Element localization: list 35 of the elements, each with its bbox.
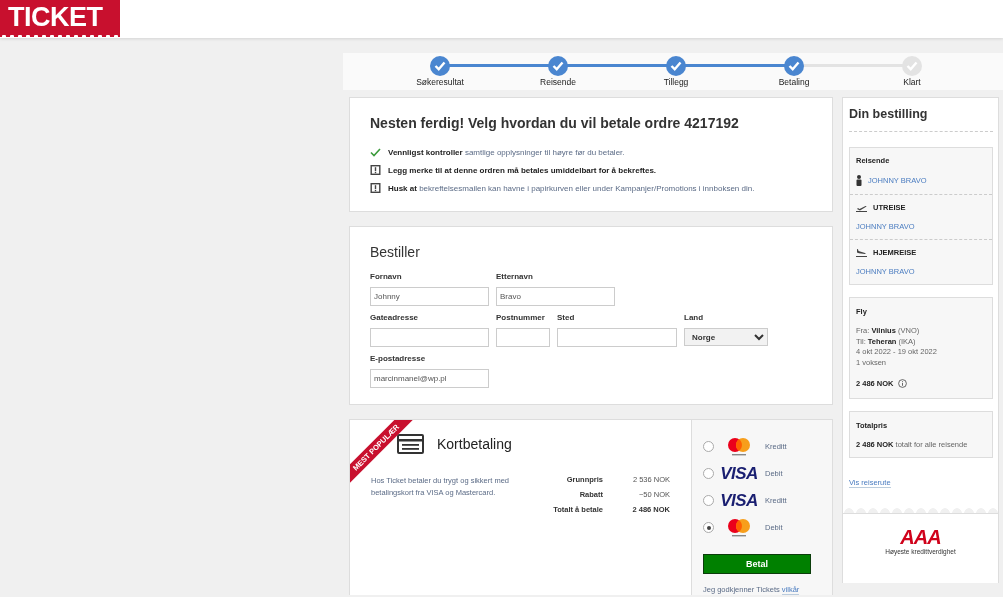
field-label: Fornavn <box>370 272 403 281</box>
visa-logo: VISA <box>720 466 758 481</box>
step-label: Tillegg <box>663 77 689 87</box>
info-icon <box>897 379 907 388</box>
check-icon <box>906 61 918 71</box>
page-title: Nesten ferdig! Velg hvordan du vil betale ordre 4217192 <box>370 115 740 131</box>
notice-text: Husk at bekreftelsesmailen kan havne i papirkurven eller under Kampanjer/Promotions i innboksen din. <box>388 183 755 193</box>
logo-link[interactable]: TICKET <box>0 0 120 37</box>
field-label: Gateadresse <box>370 313 420 322</box>
step-label: Betaling <box>778 77 810 87</box>
check-icon <box>670 61 682 71</box>
step-label: Søkeresultat <box>416 77 464 87</box>
warning-icon <box>370 165 381 175</box>
check-icon <box>434 61 446 71</box>
check-icon <box>788 61 800 71</box>
field-label: Etternavn <box>496 272 534 281</box>
summary-title: Din bestilling <box>849 107 993 132</box>
plane-takeoff-icon <box>856 203 867 212</box>
step-label: Reisende <box>540 77 576 87</box>
field-label: Sted <box>557 313 576 322</box>
field-label: Postnummer <box>496 313 546 322</box>
field-label: Land <box>684 313 705 322</box>
check-icon <box>370 148 381 157</box>
step-label: Klart <box>903 77 921 87</box>
notice-text: Legg merke til at denne ordren må betales umiddelbart for å bekreftes. <box>388 165 657 175</box>
section-title: Bestiller <box>370 244 421 260</box>
field-label: E-postadresse <box>370 354 427 363</box>
plane-landing-icon <box>856 248 867 257</box>
warning-icon <box>370 183 381 193</box>
check-icon <box>552 61 564 71</box>
section-title: Kortbetaling <box>437 436 512 452</box>
person-icon <box>856 175 862 186</box>
visa-logo: VISA <box>720 493 758 508</box>
notice-text: Vennligst kontroller samtlige opplysninger til høyre før du betaler. <box>388 148 625 157</box>
rating-logo: AAA <box>900 528 941 546</box>
